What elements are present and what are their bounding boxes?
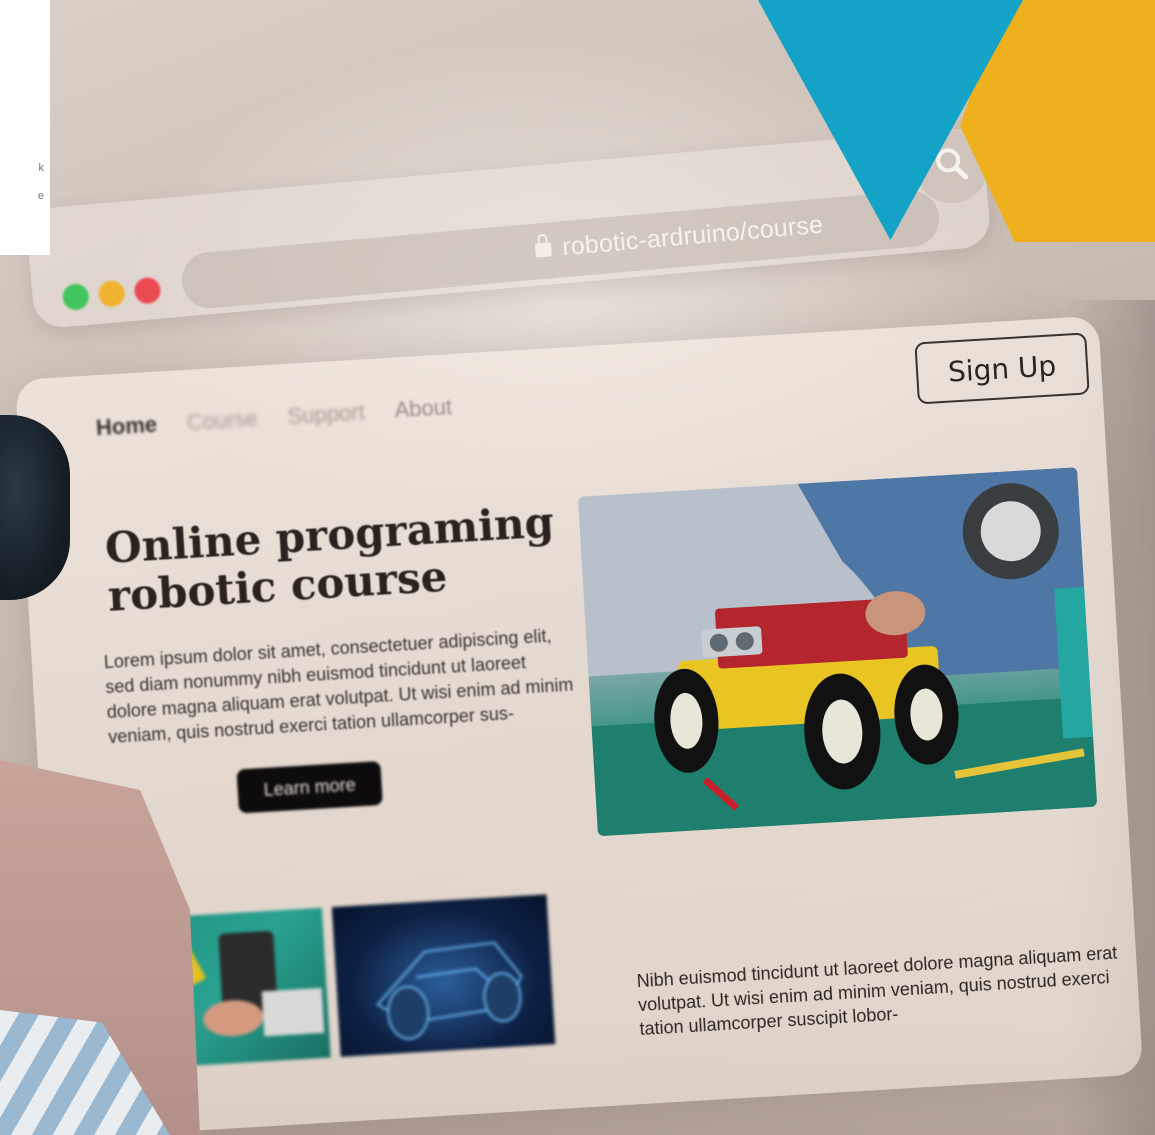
window-close-dot[interactable] bbox=[133, 276, 162, 305]
top-nav: Home Course Support About bbox=[95, 394, 453, 441]
scene-background: k e robotic-ardruino/course Home Course … bbox=[0, 0, 1155, 1135]
corner-white-card: k e bbox=[0, 0, 50, 255]
corner-card-text-2: e bbox=[37, 190, 44, 202]
robot-car-illustration bbox=[577, 467, 1098, 837]
footer-description: Nibh euismod tincidunt ut laoreet dolore… bbox=[636, 942, 1118, 1040]
thumbnail-blueprint-car bbox=[331, 894, 556, 1057]
lock-icon bbox=[534, 242, 553, 258]
sign-up-button[interactable]: Sign Up bbox=[914, 332, 1090, 405]
window-maximize-dot[interactable] bbox=[61, 282, 90, 311]
vr-headset bbox=[0, 415, 70, 600]
nav-home[interactable]: Home bbox=[95, 412, 158, 442]
hero-title: Online programing robotic course bbox=[104, 497, 579, 620]
nav-about[interactable]: About bbox=[394, 394, 453, 423]
hero-description: Lorem ipsum dolor sit amet, consectetuer… bbox=[103, 625, 574, 748]
window-minimize-dot[interactable] bbox=[97, 279, 126, 308]
corner-card-text-1: k bbox=[38, 162, 45, 174]
blueprint-car-illustration bbox=[376, 941, 523, 1040]
url-text: robotic-ardruino/course bbox=[561, 210, 825, 262]
learn-more-button[interactable]: Learn more bbox=[236, 761, 383, 814]
nav-course[interactable]: Course bbox=[186, 406, 258, 436]
nav-support[interactable]: Support bbox=[287, 399, 365, 430]
window-controls bbox=[61, 276, 162, 311]
hero-robot-photo bbox=[577, 467, 1098, 837]
